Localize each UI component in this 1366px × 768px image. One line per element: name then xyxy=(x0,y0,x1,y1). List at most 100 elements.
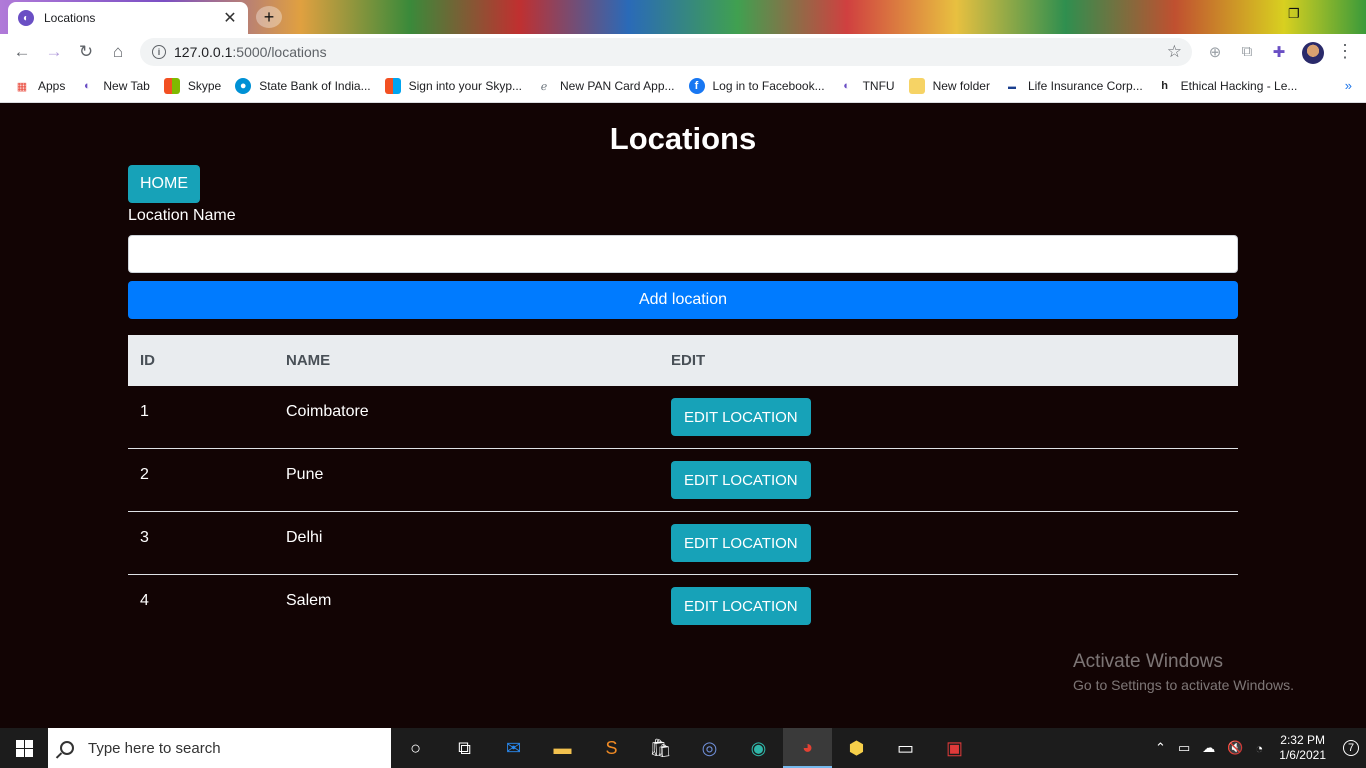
edit-location-button[interactable]: EDIT LOCATION xyxy=(671,398,811,436)
search-icon xyxy=(60,741,74,755)
extension-icon[interactable]: ⧉ xyxy=(1238,43,1256,61)
chevron-up-icon[interactable]: ⌃ xyxy=(1155,740,1166,756)
clock-time: 2:32 PM xyxy=(1280,733,1325,747)
table-row: 3 Delhi EDIT LOCATION xyxy=(128,512,1238,575)
chromium-icon[interactable]: ◎ xyxy=(685,728,734,768)
location-id: 4 xyxy=(140,592,149,609)
bookmark-label: TNFU xyxy=(862,79,895,93)
edge-icon[interactable]: ◉ xyxy=(734,728,783,768)
cortana-icon[interactable]: ○ xyxy=(391,728,440,768)
watermark-subtitle: Go to Settings to activate Windows. xyxy=(1073,677,1294,693)
tab-locations[interactable]: ◐ Locations ✕ xyxy=(8,2,248,34)
task-view-icon[interactable]: ⧉ xyxy=(440,728,489,768)
window-restore-icon[interactable]: ❐ xyxy=(1288,6,1304,22)
bookmark-apps[interactable]: ▦ Apps xyxy=(14,78,66,94)
speaker-muted-icon[interactable]: 🔇 xyxy=(1227,740,1243,756)
locations-table: ID NAME EDIT 1 Coimbatore EDIT LOCATION … xyxy=(128,335,1238,638)
info-icon[interactable]: i xyxy=(152,45,166,59)
puzzle-icon[interactable]: ✚ xyxy=(1270,43,1288,61)
bookmark-pan-card[interactable]: ℯ New PAN Card App... xyxy=(536,78,675,94)
chrome-icon[interactable]: ◕ xyxy=(783,728,832,768)
translate-extension-icon[interactable]: ⊕ xyxy=(1206,43,1224,61)
reload-icon[interactable]: ↻ xyxy=(70,36,102,68)
browser-window-frame: ◐ Locations ✕ + ❐ ← → ↻ ⌂ i 127.0.0.1:50… xyxy=(0,0,1366,103)
location-id: 1 xyxy=(140,403,149,420)
python-icon[interactable]: ⬢ xyxy=(832,728,881,768)
address-bar[interactable]: i 127.0.0.1:5000/locations ☆ xyxy=(140,38,1192,66)
bookmark-label: Ethical Hacking - Le... xyxy=(1180,79,1298,93)
clock[interactable]: 2:32 PM 1/6/2021 xyxy=(1279,733,1326,763)
sbi-icon: ● xyxy=(235,78,252,94)
edit-location-button[interactable]: EDIT LOCATION xyxy=(671,587,811,625)
bookmark-facebook[interactable]: f Log in to Facebook... xyxy=(688,78,825,94)
activate-windows-watermark: Activate Windows Go to Settings to activ… xyxy=(1073,651,1294,693)
url-host: 127.0.0.1 xyxy=(174,44,233,60)
page-title: Locations xyxy=(609,121,757,156)
browser-toolbar: ← → ↻ ⌂ i 127.0.0.1:5000/locations ☆ ⊕ ⧉… xyxy=(0,34,1366,70)
location-id: 3 xyxy=(140,529,149,546)
bookmark-skype[interactable]: Skype xyxy=(163,78,221,94)
cloud-icon[interactable]: ☁ xyxy=(1202,740,1215,756)
system-tray: ⌃ ▭ ☁ 🔇 ◔ 2:32 PM 1/6/2021 7 xyxy=(1149,728,1366,768)
page-content: Locations HOME Location Name Add locatio… xyxy=(0,103,1366,728)
location-name: Delhi xyxy=(286,529,323,546)
column-header-edit: EDIT xyxy=(671,352,706,369)
bookmark-label: Sign into your Skyp... xyxy=(408,79,522,93)
bookmark-label: Log in to Facebook... xyxy=(712,79,825,93)
h-logo-icon: h xyxy=(1161,80,1169,92)
chevron-right-icon[interactable]: » xyxy=(1345,78,1352,93)
menu-dots-icon[interactable]: ⋮ xyxy=(1336,41,1354,62)
windows-start-icon xyxy=(15,739,33,757)
tab-favicon-icon: ◐ xyxy=(18,10,34,26)
file-explorer-icon[interactable]: ▬ xyxy=(538,728,587,768)
filezilla-icon[interactable]: ▣ xyxy=(930,728,979,768)
notifications-icon[interactable]: 7 xyxy=(1336,728,1366,768)
bookmark-new-tab[interactable]: ◐ New Tab xyxy=(79,78,150,94)
new-tab-icon[interactable]: + xyxy=(256,6,282,28)
close-icon[interactable]: ✕ xyxy=(222,8,238,28)
bookmark-sbi[interactable]: ● State Bank of India... xyxy=(235,78,371,94)
forward-arrow-icon[interactable]: → xyxy=(38,36,70,68)
notification-count: 7 xyxy=(1343,740,1359,756)
tab-strip: ◐ Locations ✕ + ❐ xyxy=(0,0,1366,34)
edit-location-button[interactable]: EDIT LOCATION xyxy=(671,461,811,499)
bookmark-label: State Bank of India... xyxy=(259,79,371,93)
home-button[interactable]: HOME xyxy=(128,165,200,203)
back-arrow-icon[interactable]: ← xyxy=(6,36,38,68)
column-header-id: ID xyxy=(140,352,155,369)
start-button[interactable] xyxy=(0,728,48,768)
table-row: 1 Coimbatore EDIT LOCATION xyxy=(128,386,1238,449)
chrome-icon: ◐ xyxy=(843,80,850,92)
clock-date: 1/6/2021 xyxy=(1279,748,1326,762)
table-header: ID NAME EDIT xyxy=(128,335,1238,386)
add-location-button[interactable]: Add location xyxy=(128,281,1238,319)
url-path: :5000/locations xyxy=(232,44,327,60)
bookmark-new-folder[interactable]: New folder xyxy=(908,78,990,94)
location-name-input[interactable] xyxy=(128,235,1238,273)
bookmark-label: New folder xyxy=(932,79,990,93)
lic-icon: ▬ xyxy=(1007,81,1016,91)
tab-title: Locations xyxy=(44,11,96,25)
home-icon[interactable]: ⌂ xyxy=(102,36,134,68)
table-row: 2 Pune EDIT LOCATION xyxy=(128,449,1238,512)
mail-icon[interactable]: ✉ xyxy=(489,728,538,768)
profile-avatar[interactable] xyxy=(1302,42,1324,64)
edge-legacy-icon: ℯ xyxy=(540,80,548,93)
sublime-text-icon[interactable]: S xyxy=(587,728,636,768)
bookmark-label: New Tab xyxy=(103,79,150,93)
location-id: 2 xyxy=(140,466,149,483)
bookmark-skype-signin[interactable]: Sign into your Skyp... xyxy=(384,78,522,94)
battery-icon[interactable]: ▭ xyxy=(1178,740,1190,756)
taskbar-search-box[interactable]: Type here to search xyxy=(48,728,391,768)
location-name: Salem xyxy=(286,592,332,609)
bookmark-tnfu[interactable]: ◐ TNFU xyxy=(839,78,895,94)
windows-logo-icon xyxy=(384,78,401,94)
edit-location-button[interactable]: EDIT LOCATION xyxy=(671,524,811,562)
bookmark-lic[interactable]: ▬ Life Insurance Corp... xyxy=(1004,78,1143,94)
bookmark-ethical-hacking[interactable]: h Ethical Hacking - Le... xyxy=(1157,78,1298,94)
wifi-icon[interactable]: ◔ xyxy=(1255,741,1263,756)
terminal-icon[interactable]: ▭ xyxy=(881,728,930,768)
bookmark-label: New PAN Card App... xyxy=(560,79,675,93)
store-icon[interactable]: 🛍 xyxy=(636,728,685,768)
star-icon[interactable]: ☆ xyxy=(1167,42,1182,62)
